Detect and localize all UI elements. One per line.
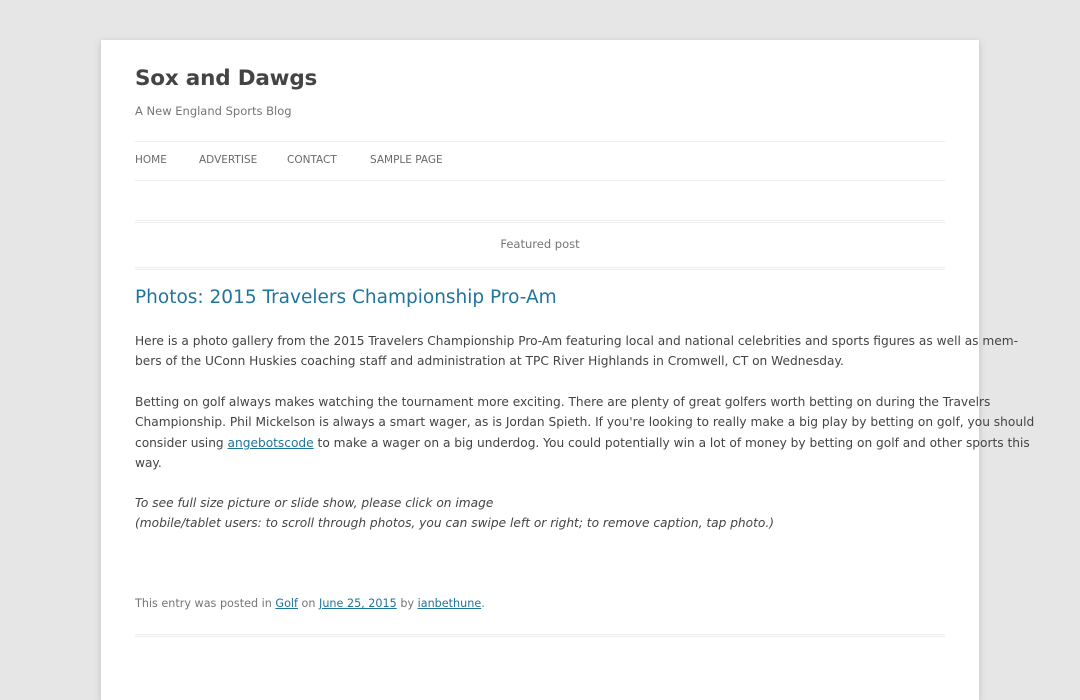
paragraph-text: to make a wager on a big underdog. You c…	[313, 435, 1030, 450]
nav-item-contact[interactable]: CONTACT	[287, 154, 337, 166]
paragraph-line: Betting on golf always makes watching th…	[135, 395, 991, 409]
paragraph-line: bers of the UConn Huskies coaching staff…	[135, 354, 844, 369]
featured-post-label: Featured post	[500, 237, 580, 251]
angebotscode-link[interactable]: angebotscode	[228, 436, 314, 450]
page-container: Sox and Dawgs A New England Sports Blog …	[101, 40, 1035, 700]
footer-divider	[135, 634, 945, 637]
paragraph-line: (mobile/tablet users: to scroll through …	[135, 516, 774, 531]
paragraph-line: Here is a photo gallery from the 2015 Tr…	[135, 334, 1019, 348]
post-paragraph-intro: Here is a photo gallery from the 2015 Tr…	[135, 331, 1019, 372]
site-description: A New England Sports Blog	[135, 104, 292, 118]
meta-text: on	[297, 597, 320, 610]
main-navigation: HOME ADVERTISE CONTACT SAMPLE PAGE	[135, 141, 945, 181]
author-link[interactable]: ianbethune	[418, 597, 482, 610]
paragraph-line: way.	[135, 455, 162, 470]
featured-post-banner: Featured post	[135, 220, 945, 270]
paragraph-line: Championship. Phil Mickelson is always a…	[135, 415, 1035, 430]
nav-item-home[interactable]: HOME	[135, 154, 167, 166]
post-title-link[interactable]: Photos: 2015 Travelers Championship Pro-…	[135, 287, 557, 308]
meta-text: by	[396, 597, 418, 610]
post-paragraph-instructions: To see full size picture or slide show, …	[135, 493, 945, 534]
paragraph-text: consider using	[135, 435, 228, 450]
paragraph-line: To see full size picture or slide show, …	[135, 496, 494, 510]
post-date-link[interactable]: June 25, 2015	[319, 597, 397, 610]
meta-text: This entry was posted in	[135, 597, 276, 610]
paragraph-line: consider using angebotscode to make a wa…	[135, 433, 1030, 453]
entry-meta: This entry was posted in Golf on June 25…	[135, 597, 485, 610]
nav-item-advertise[interactable]: ADVERTISE	[199, 154, 257, 166]
nav-item-sample-page[interactable]: SAMPLE PAGE	[370, 154, 443, 166]
site-title[interactable]: Sox and Dawgs	[135, 66, 317, 91]
meta-text: .	[481, 597, 485, 610]
category-link-golf[interactable]: Golf	[275, 597, 298, 610]
post-paragraph-betting: Betting on golf always makes watching th…	[135, 392, 1035, 473]
